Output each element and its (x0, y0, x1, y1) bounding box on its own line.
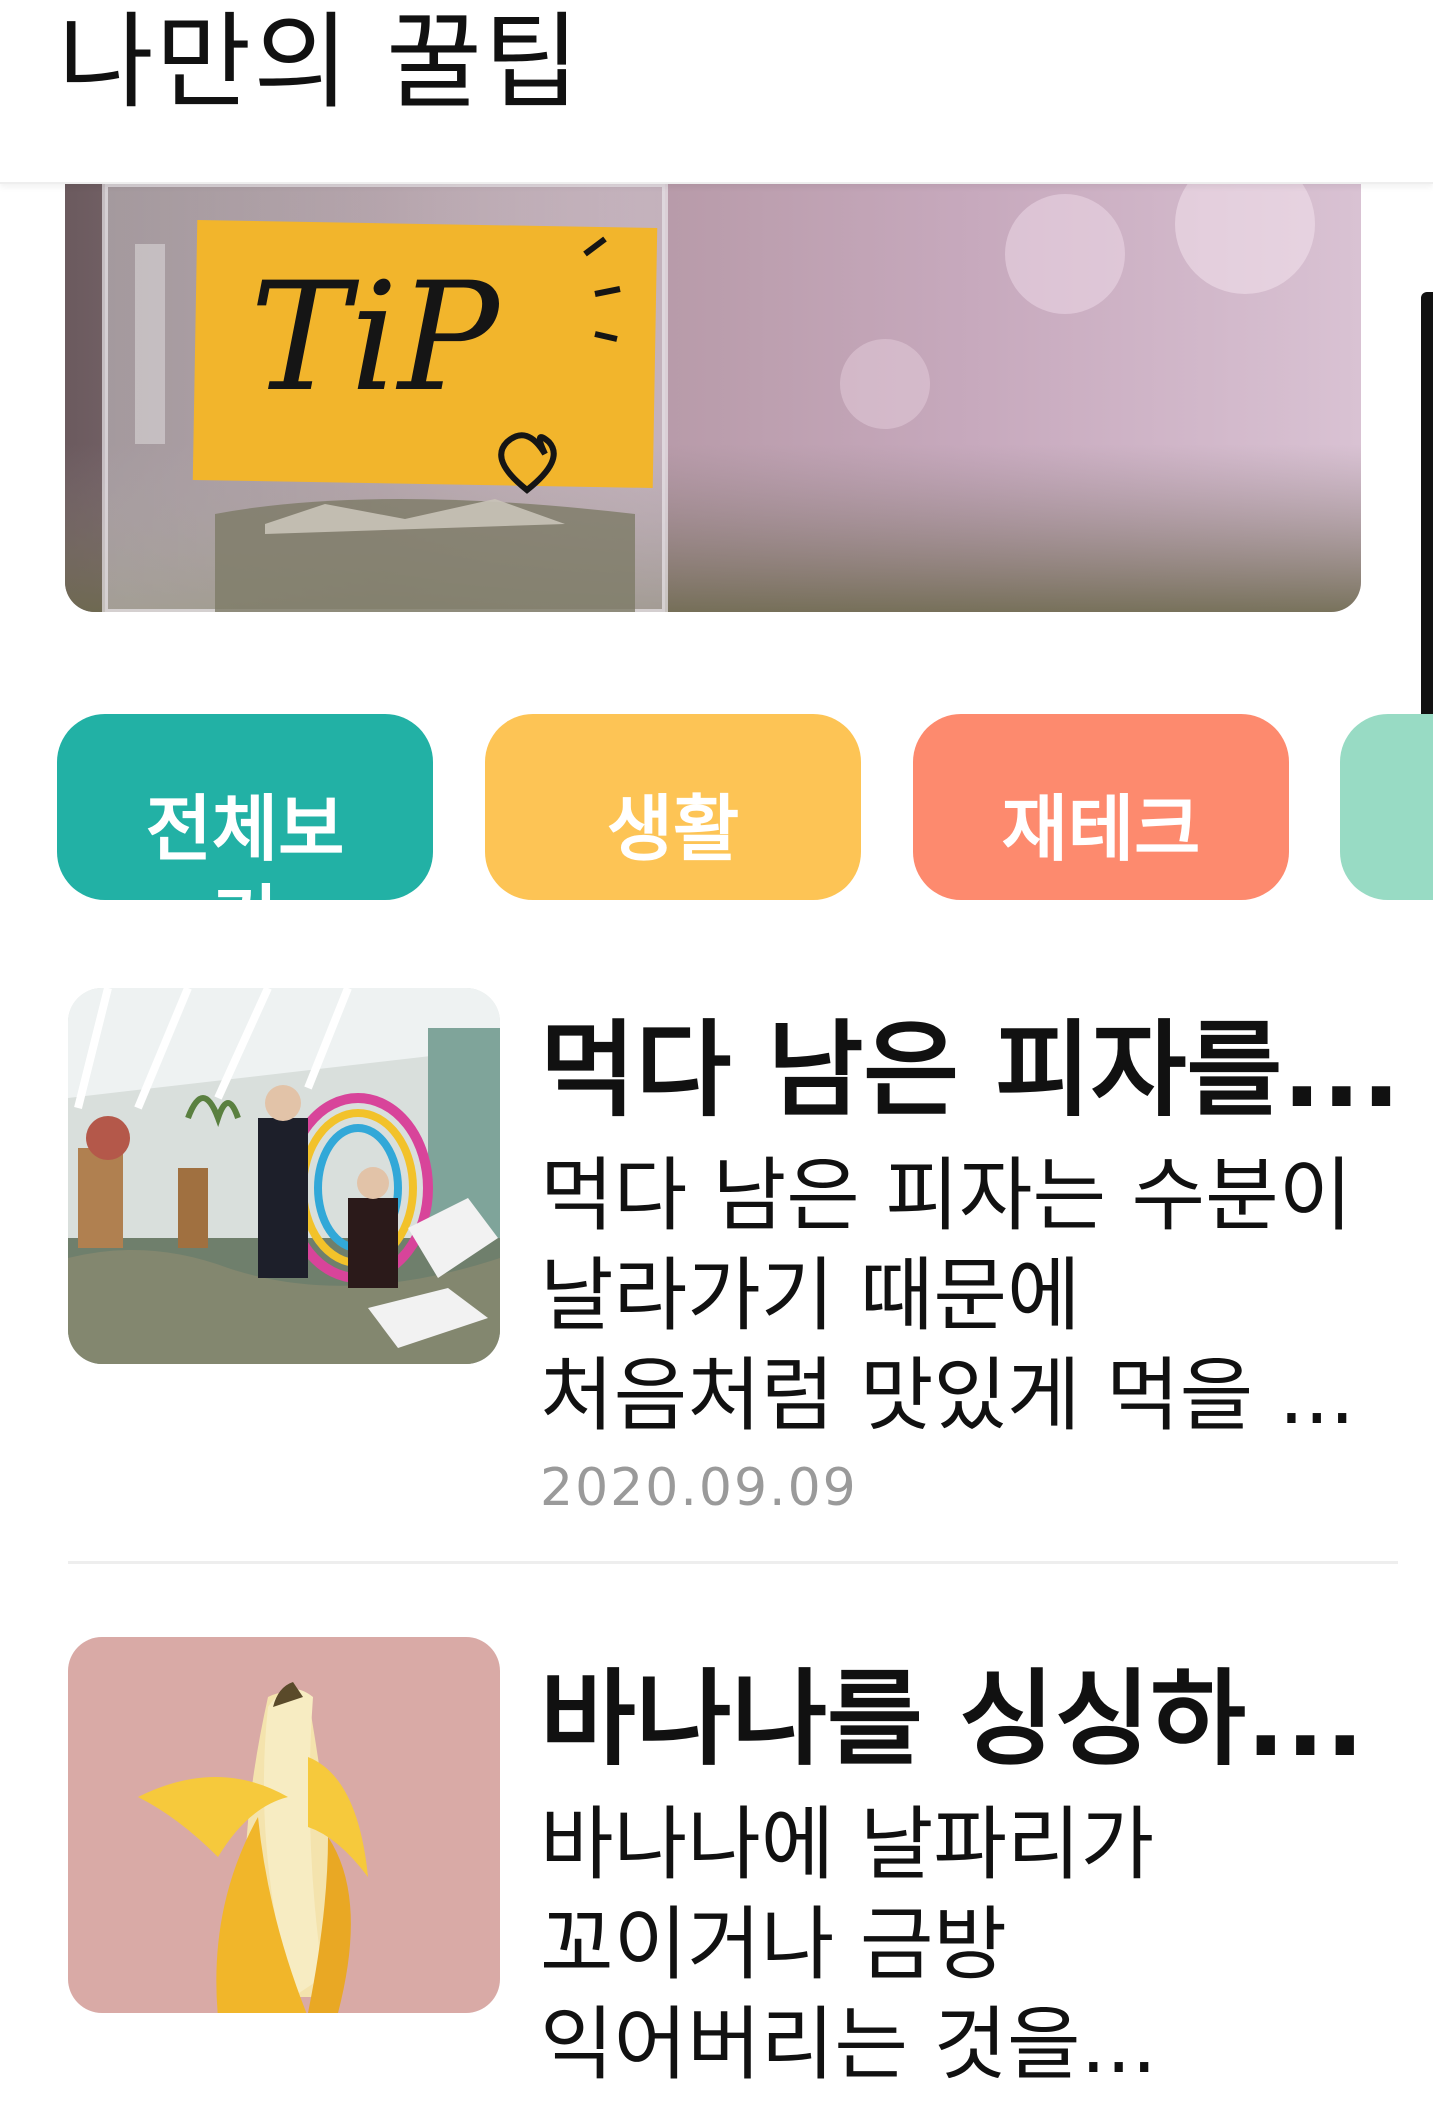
post-description-line: 바나나에 날파리가 (540, 1798, 1155, 1891)
post-thumbnail (68, 1637, 500, 2013)
list-divider (68, 1561, 1398, 1564)
category-chip-label: 재테크 (1001, 787, 1201, 871)
post-description-line: 날라가기 때문에 (540, 1249, 1081, 1342)
category-chip-finance[interactable]: 재테크 (913, 714, 1289, 900)
banner-image[interactable]: TiP (65, 184, 1361, 612)
post-description-line: 처음처럼 맛있게 먹을 ... (540, 1349, 1355, 1442)
post-date: 2020.09.09 (540, 1458, 858, 1518)
post-description-line: 먹다 남은 피자는 수분이 (540, 1149, 1353, 1242)
category-chip-label: 전체보기 (145, 787, 345, 900)
app-header: 나만의 꿀팁 (0, 0, 1433, 184)
banner-tag-text: TiP (250, 251, 502, 425)
post-title: 바나나를 싱싱하... (540, 1658, 1365, 1780)
category-chip-life[interactable]: 생활 (485, 714, 861, 900)
post-description-line: 꼬이거나 금방 (540, 1898, 1008, 1991)
post-description: 바나나에 날파리가 꼬이거나 금방 익어버리는 것을... (540, 1795, 1420, 2095)
post-title: 먹다 남은 피자를... (540, 1009, 1401, 1131)
list-item[interactable]: 먹다 남은 피자를... 먹다 남은 피자는 수분이 날라가기 때문에 처음처럼… (68, 988, 1401, 1518)
category-tabs: 전체보기 생활 재테크 (0, 714, 1433, 902)
category-chip-more[interactable] (1340, 714, 1433, 900)
category-chip-label: 생활 (606, 787, 740, 871)
post-description-line: 익어버리는 것을... (540, 1998, 1157, 2091)
post-description: 먹다 남은 피자는 수분이 날라가기 때문에 처음처럼 맛있게 먹을 ... (540, 1146, 1420, 1446)
category-chip-all[interactable]: 전체보기 (57, 714, 433, 900)
post-thumbnail (68, 988, 500, 1364)
list-item[interactable]: 바나나를 싱싱하... 바나나에 날파리가 꼬이거나 금방 익어버리는 것을..… (68, 1637, 1398, 2091)
page-title: 나만의 꿀팁 (58, 1, 582, 123)
